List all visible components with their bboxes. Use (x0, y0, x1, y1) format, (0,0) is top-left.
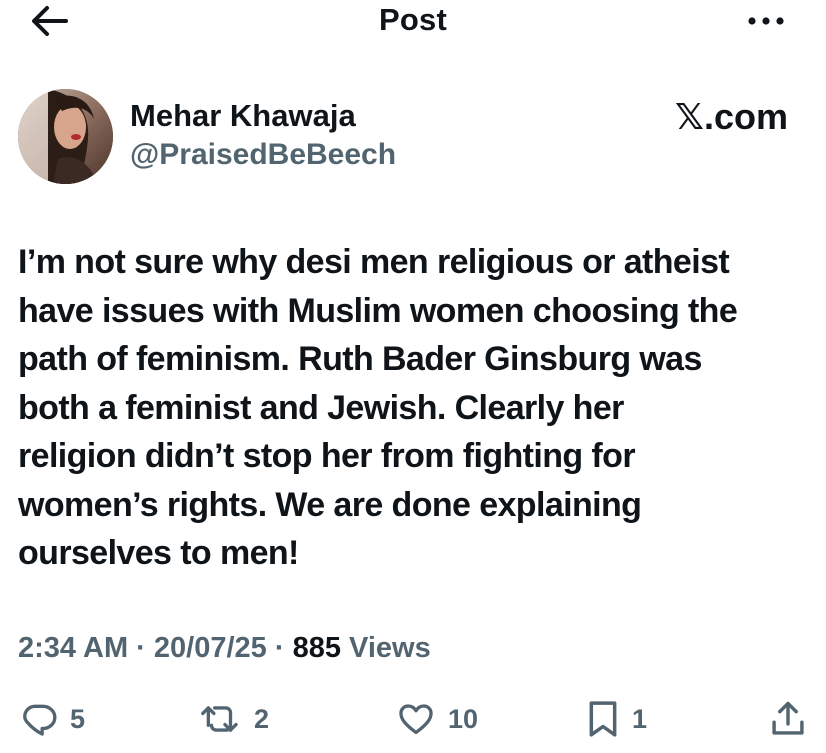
more-options-button[interactable] (746, 8, 786, 34)
share-button[interactable] (770, 695, 806, 743)
views-label: Views (340, 632, 431, 664)
repost-count: 2 (254, 703, 270, 734)
post-text: I’m not sure why desi men religious or a… (18, 243, 738, 572)
profile-photo (18, 89, 113, 184)
action-bar: 5 2 10 1 (0, 695, 826, 743)
author-display-name[interactable]: Mehar Khawaja (130, 98, 356, 134)
reply-count: 5 (70, 703, 86, 734)
bookmark-count: 1 (632, 703, 648, 734)
meta-separator: · (266, 632, 293, 664)
like-count: 10 (448, 703, 479, 734)
top-bar: Post (0, 0, 826, 44)
post-time[interactable]: 2:34 AM (18, 632, 128, 664)
more-horizontal-icon (748, 17, 784, 25)
heart-icon (399, 704, 433, 735)
reply-icon (23, 704, 57, 736)
avatar[interactable] (18, 89, 113, 184)
bookmark-icon (589, 701, 617, 737)
bookmark-button[interactable]: 1 (586, 695, 647, 743)
x-brand-watermark: 𝕏.com (674, 96, 788, 137)
page-title: Post (379, 2, 447, 37)
meta-separator: · (128, 632, 154, 664)
author-handle[interactable]: @PraisedBeBeech (130, 138, 396, 172)
repost-button[interactable]: 2 (200, 695, 269, 743)
post-meta: 2:34 AM · 20/07/25 · 885 Views (18, 632, 431, 665)
reply-button[interactable]: 5 (20, 695, 85, 743)
views-count[interactable]: 885 (293, 632, 341, 664)
like-button[interactable]: 10 (396, 695, 478, 743)
repost-icon (201, 706, 238, 732)
share-icon (772, 701, 804, 735)
post-date[interactable]: 20/07/25 (154, 632, 267, 664)
